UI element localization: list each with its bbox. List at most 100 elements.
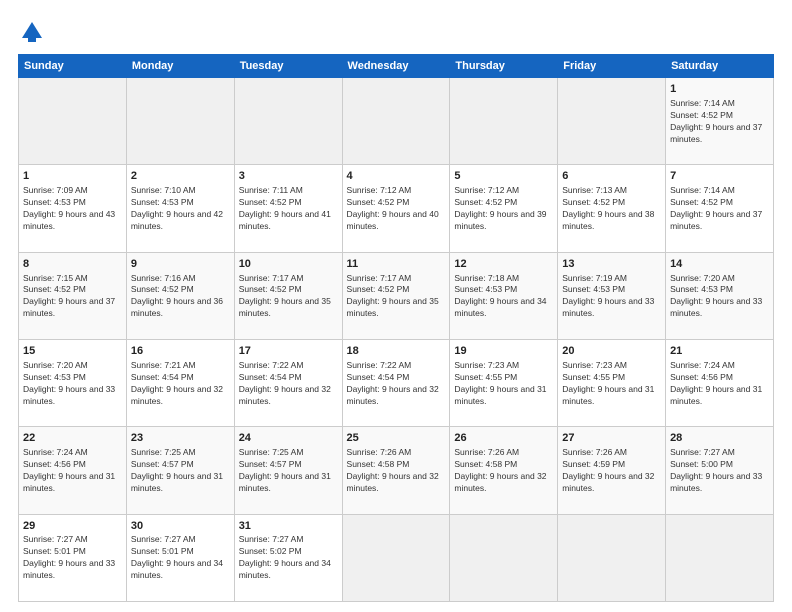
day-number: 17 [239,344,338,359]
calendar-cell: 29Sunrise: 7:27 AMSunset: 5:01 PMDayligh… [19,514,127,601]
day-number: 21 [670,344,769,359]
day-info: Sunrise: 7:11 AMSunset: 4:52 PMDaylight:… [239,185,338,233]
day-info: Sunrise: 7:22 AMSunset: 4:54 PMDaylight:… [347,360,446,408]
calendar-cell: 27Sunrise: 7:26 AMSunset: 4:59 PMDayligh… [558,427,666,514]
calendar-cell: 18Sunrise: 7:22 AMSunset: 4:54 PMDayligh… [342,339,450,426]
day-number: 11 [347,257,446,272]
day-info: Sunrise: 7:20 AMSunset: 4:53 PMDaylight:… [670,273,769,321]
day-info: Sunrise: 7:19 AMSunset: 4:53 PMDaylight:… [562,273,661,321]
calendar-cell: 3Sunrise: 7:11 AMSunset: 4:52 PMDaylight… [234,165,342,252]
calendar-cell: 23Sunrise: 7:25 AMSunset: 4:57 PMDayligh… [126,427,234,514]
calendar-cell: 12Sunrise: 7:18 AMSunset: 4:53 PMDayligh… [450,252,558,339]
calendar-cell: 2Sunrise: 7:10 AMSunset: 4:53 PMDaylight… [126,165,234,252]
day-info: Sunrise: 7:27 AMSunset: 5:02 PMDaylight:… [239,534,338,582]
calendar-cell [234,78,342,165]
calendar-header-sunday: Sunday [19,55,127,78]
calendar-week-0: 1Sunrise: 7:14 AMSunset: 4:52 PMDaylight… [19,78,774,165]
day-info: Sunrise: 7:15 AMSunset: 4:52 PMDaylight:… [23,273,122,321]
day-number: 13 [562,257,661,272]
day-info: Sunrise: 7:26 AMSunset: 4:58 PMDaylight:… [454,447,553,495]
calendar-cell: 17Sunrise: 7:22 AMSunset: 4:54 PMDayligh… [234,339,342,426]
calendar-cell: 30Sunrise: 7:27 AMSunset: 5:01 PMDayligh… [126,514,234,601]
day-number: 30 [131,519,230,534]
day-info: Sunrise: 7:12 AMSunset: 4:52 PMDaylight:… [454,185,553,233]
calendar-cell: 1Sunrise: 7:14 AMSunset: 4:52 PMDaylight… [666,78,774,165]
day-number: 18 [347,344,446,359]
day-number: 29 [23,519,122,534]
day-number: 23 [131,431,230,446]
calendar-body: 1Sunrise: 7:14 AMSunset: 4:52 PMDaylight… [19,78,774,602]
calendar-cell [342,514,450,601]
calendar-header-monday: Monday [126,55,234,78]
calendar-cell: 13Sunrise: 7:19 AMSunset: 4:53 PMDayligh… [558,252,666,339]
day-info: Sunrise: 7:14 AMSunset: 4:52 PMDaylight:… [670,185,769,233]
header [18,18,774,46]
day-info: Sunrise: 7:12 AMSunset: 4:52 PMDaylight:… [347,185,446,233]
calendar-cell: 16Sunrise: 7:21 AMSunset: 4:54 PMDayligh… [126,339,234,426]
day-number: 14 [670,257,769,272]
calendar-header-thursday: Thursday [450,55,558,78]
day-number: 31 [239,519,338,534]
day-number: 19 [454,344,553,359]
day-info: Sunrise: 7:09 AMSunset: 4:53 PMDaylight:… [23,185,122,233]
calendar-cell: 26Sunrise: 7:26 AMSunset: 4:58 PMDayligh… [450,427,558,514]
day-number: 3 [239,169,338,184]
logo [18,18,50,46]
day-info: Sunrise: 7:26 AMSunset: 4:58 PMDaylight:… [347,447,446,495]
day-number: 26 [454,431,553,446]
day-number: 22 [23,431,122,446]
calendar-cell [126,78,234,165]
day-info: Sunrise: 7:16 AMSunset: 4:52 PMDaylight:… [131,273,230,321]
calendar-cell [666,514,774,601]
day-info: Sunrise: 7:24 AMSunset: 4:56 PMDaylight:… [670,360,769,408]
day-info: Sunrise: 7:18 AMSunset: 4:53 PMDaylight:… [454,273,553,321]
day-info: Sunrise: 7:27 AMSunset: 5:01 PMDaylight:… [131,534,230,582]
day-info: Sunrise: 7:27 AMSunset: 5:01 PMDaylight:… [23,534,122,582]
day-info: Sunrise: 7:25 AMSunset: 4:57 PMDaylight:… [239,447,338,495]
day-number: 4 [347,169,446,184]
calendar-cell: 31Sunrise: 7:27 AMSunset: 5:02 PMDayligh… [234,514,342,601]
calendar-cell: 11Sunrise: 7:17 AMSunset: 4:52 PMDayligh… [342,252,450,339]
day-info: Sunrise: 7:23 AMSunset: 4:55 PMDaylight:… [454,360,553,408]
calendar-header-friday: Friday [558,55,666,78]
calendar-cell: 22Sunrise: 7:24 AMSunset: 4:56 PMDayligh… [19,427,127,514]
calendar-week-5: 29Sunrise: 7:27 AMSunset: 5:01 PMDayligh… [19,514,774,601]
calendar-cell: 10Sunrise: 7:17 AMSunset: 4:52 PMDayligh… [234,252,342,339]
day-info: Sunrise: 7:27 AMSunset: 5:00 PMDaylight:… [670,447,769,495]
day-number: 28 [670,431,769,446]
day-info: Sunrise: 7:17 AMSunset: 4:52 PMDaylight:… [347,273,446,321]
calendar-header-wednesday: Wednesday [342,55,450,78]
logo-icon [18,18,46,46]
calendar-header-tuesday: Tuesday [234,55,342,78]
calendar-cell: 21Sunrise: 7:24 AMSunset: 4:56 PMDayligh… [666,339,774,426]
day-number: 9 [131,257,230,272]
page: SundayMondayTuesdayWednesdayThursdayFrid… [0,0,792,612]
day-info: Sunrise: 7:10 AMSunset: 4:53 PMDaylight:… [131,185,230,233]
day-number: 7 [670,169,769,184]
calendar-cell: 6Sunrise: 7:13 AMSunset: 4:52 PMDaylight… [558,165,666,252]
day-number: 24 [239,431,338,446]
day-number: 25 [347,431,446,446]
calendar: SundayMondayTuesdayWednesdayThursdayFrid… [18,54,774,602]
calendar-cell: 4Sunrise: 7:12 AMSunset: 4:52 PMDaylight… [342,165,450,252]
day-info: Sunrise: 7:26 AMSunset: 4:59 PMDaylight:… [562,447,661,495]
calendar-cell: 7Sunrise: 7:14 AMSunset: 4:52 PMDaylight… [666,165,774,252]
calendar-cell: 19Sunrise: 7:23 AMSunset: 4:55 PMDayligh… [450,339,558,426]
calendar-header-saturday: Saturday [666,55,774,78]
day-number: 8 [23,257,122,272]
calendar-cell [450,514,558,601]
calendar-week-4: 22Sunrise: 7:24 AMSunset: 4:56 PMDayligh… [19,427,774,514]
calendar-cell: 28Sunrise: 7:27 AMSunset: 5:00 PMDayligh… [666,427,774,514]
calendar-cell [558,78,666,165]
calendar-week-3: 15Sunrise: 7:20 AMSunset: 4:53 PMDayligh… [19,339,774,426]
calendar-cell: 14Sunrise: 7:20 AMSunset: 4:53 PMDayligh… [666,252,774,339]
day-info: Sunrise: 7:13 AMSunset: 4:52 PMDaylight:… [562,185,661,233]
day-info: Sunrise: 7:21 AMSunset: 4:54 PMDaylight:… [131,360,230,408]
calendar-cell: 8Sunrise: 7:15 AMSunset: 4:52 PMDaylight… [19,252,127,339]
day-info: Sunrise: 7:17 AMSunset: 4:52 PMDaylight:… [239,273,338,321]
day-number: 20 [562,344,661,359]
calendar-cell: 5Sunrise: 7:12 AMSunset: 4:52 PMDaylight… [450,165,558,252]
day-info: Sunrise: 7:23 AMSunset: 4:55 PMDaylight:… [562,360,661,408]
day-info: Sunrise: 7:25 AMSunset: 4:57 PMDaylight:… [131,447,230,495]
day-number: 16 [131,344,230,359]
